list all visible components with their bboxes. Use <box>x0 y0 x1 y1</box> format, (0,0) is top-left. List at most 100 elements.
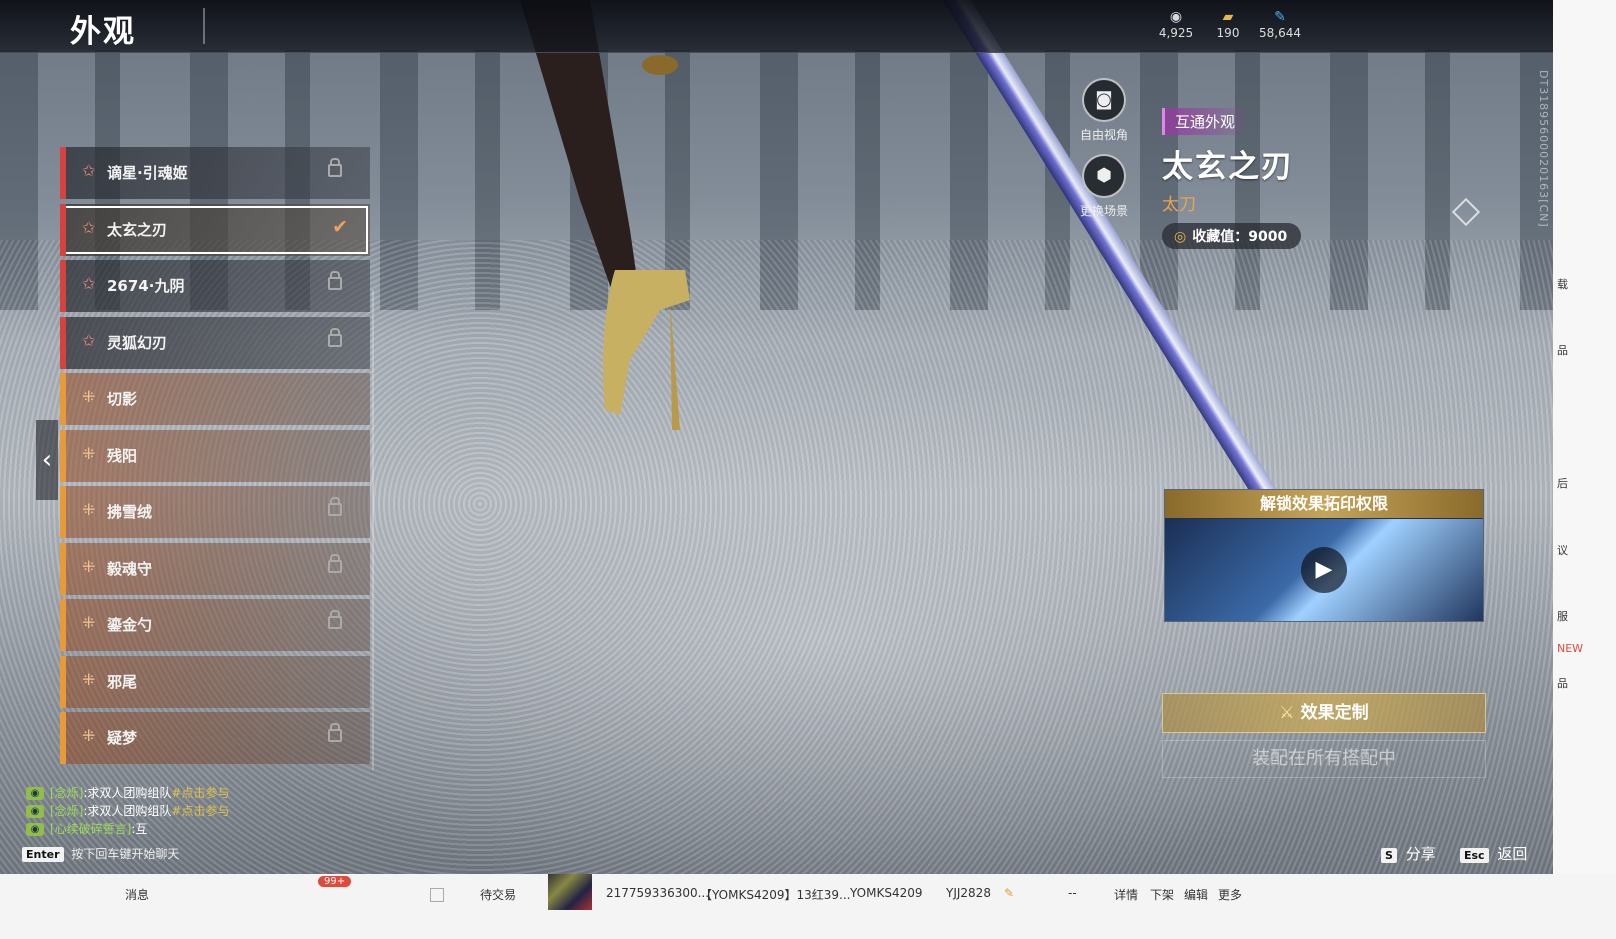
list-item[interactable]: ✩ 谪星·引魂姬 <box>60 147 370 199</box>
item-name: 残阳 <box>107 446 138 465</box>
customize-label: 效果定制 <box>1300 703 1369 723</box>
lock-icon <box>328 271 342 290</box>
action-more[interactable]: 更多 <box>1218 886 1242 903</box>
lock-icon <box>328 497 342 516</box>
list-item[interactable]: ⁜ 残阳 <box>60 429 370 482</box>
mask-icon: ◉ <box>1169 9 1183 25</box>
share-label: 分享 <box>1405 845 1436 863</box>
collect-value-badge: ◎ 收藏值：9000 <box>1162 223 1302 249</box>
rarity-bar <box>60 542 66 595</box>
rarity-bar <box>60 316 66 369</box>
gold-bar-icon: ▰ <box>1222 9 1234 25</box>
chat-text: :求双人团购组队 <box>83 786 172 800</box>
cube-icon: ⬢ <box>1082 154 1126 198</box>
back-button[interactable]: Esc 返回 <box>1460 843 1527 864</box>
share-button[interactable]: S 分享 <box>1381 843 1436 864</box>
enter-key: Enter <box>22 847 64 862</box>
item-name: 拂雪绒 <box>107 503 153 521</box>
list-item[interactable]: ⁜ 毅魂守 <box>60 542 370 595</box>
strip-text: 品 <box>1557 344 1568 357</box>
browser-right-strip: 载 品 后 议 服 NEW 品 <box>1553 0 1616 874</box>
list-item[interactable]: ✩ 2674·九阴 <box>60 260 370 312</box>
item-name: 毅魂守 <box>107 559 153 578</box>
dash-value: -- <box>1068 886 1077 900</box>
title-separator <box>203 8 205 44</box>
side-code: DT31895600020163[CN] <box>1537 70 1550 228</box>
rarity-bar <box>60 655 66 708</box>
chat-text: :互 <box>131 822 148 836</box>
item-name: 切影 <box>107 390 138 408</box>
sword-icon: ⚔ <box>1279 703 1295 723</box>
back-label: 返回 <box>1497 845 1528 863</box>
list-item-selected[interactable]: ✩ 太玄之刃 ✔ <box>60 203 370 256</box>
rarity-bar <box>60 486 66 538</box>
currency-value: 58,644 <box>1259 26 1301 40</box>
esc-key: Esc <box>1460 848 1489 863</box>
action-delist[interactable]: 下架 <box>1150 886 1174 903</box>
free-view-button[interactable]: ◙ 自由视角 <box>1064 78 1144 143</box>
item-name: 2674·九阴 <box>107 277 185 295</box>
star-icon: ✩ <box>82 161 96 180</box>
list-item[interactable]: ⁜ 切影 <box>60 373 370 425</box>
currency-feather: ✎ 58,644 <box>1250 10 1310 40</box>
item-type: 太刀 <box>1162 195 1196 215</box>
cross-star-icon: ⁜ <box>82 726 96 745</box>
chat-hint-text: 按下回车键开始聊天 <box>71 847 180 861</box>
list-item[interactable]: ⁜ 邪尾 <box>60 655 370 708</box>
strip-text: 品 <box>1557 677 1568 690</box>
share-key: S <box>1381 848 1397 863</box>
cross-star-icon: ⁜ <box>82 669 96 689</box>
star-icon: ✩ <box>82 330 96 350</box>
strip-text: 载 <box>1557 278 1568 291</box>
channel-icon: ◉ <box>26 822 44 836</box>
rarity-bar <box>60 260 66 312</box>
rarity-bar <box>60 373 66 425</box>
rarity-bar <box>60 599 66 651</box>
cross-star-icon: ⁜ <box>82 387 96 406</box>
chat-sender: [念烁] <box>50 786 84 800</box>
item-name: 太玄之刃 <box>107 220 168 239</box>
row-checkbox[interactable] <box>430 888 444 902</box>
chat-input-hint[interactable]: Enter 按下回车键开始聊天 <box>22 845 179 862</box>
change-scene-button[interactable]: ⬢ 更换场景 <box>1064 154 1144 219</box>
action-details[interactable]: 详情 <box>1114 886 1138 903</box>
change-scene-label: 更换场景 <box>1079 204 1128 218</box>
message-badge: 99+ <box>318 876 352 887</box>
collapse-panel-button[interactable]: ‹ <box>36 420 58 500</box>
rarity-bar <box>60 147 66 199</box>
chevron-left-icon: ‹ <box>41 445 53 475</box>
star-icon: ✩ <box>82 274 96 293</box>
unlock-preview[interactable]: 解锁效果拓印权限 ▶ <box>1164 489 1484 622</box>
game-scene: 外观 ◉ 4,925 ▰ 190 ✎ 58,644 ‹ ✩ 谪星·引魂姬 ✩ 太… <box>0 0 1600 900</box>
edit-icon[interactable]: ✎ <box>1004 886 1014 900</box>
list-item[interactable]: ⁜ 鎏金勺 <box>60 599 370 651</box>
crossplay-tag: 互通外观 <box>1162 108 1246 135</box>
equip-status: 装配在所有搭配中 <box>1162 740 1486 778</box>
cross-star-icon: ⁜ <box>82 613 96 632</box>
item-title: 太玄之刃 <box>1162 149 1294 185</box>
messages-link[interactable]: 消息 <box>125 886 149 903</box>
buyer-name: YJJ2828 <box>946 886 991 900</box>
play-icon[interactable]: ▶ <box>1301 547 1347 593</box>
currency-mask: ◉ 4,925 <box>1146 10 1206 40</box>
order-status: 待交易 <box>480 888 517 902</box>
chat-link[interactable]: #点击参与 <box>171 802 229 820</box>
appearance-list: ✩ 谪星·引魂姬 ✩ 太玄之刃 ✔ ✩ 2674·九阴 ✩ 灵狐幻刃 ⁜ 切影 <box>60 147 370 769</box>
action-edit[interactable]: 编辑 <box>1184 886 1208 903</box>
list-item[interactable]: ⁜ 拂雪绒 <box>60 486 370 538</box>
unlock-title: 解锁效果拓印权限 <box>1165 490 1483 518</box>
star-icon: ✩ <box>82 217 96 237</box>
currency-gold: ▰ 190 <box>1198 10 1258 40</box>
list-item[interactable]: ⁜ 疑梦 <box>60 712 370 764</box>
customize-effect-button[interactable]: ⚔ 效果定制 <box>1162 693 1486 733</box>
browser-table-row: 消息 99+ 待交易 217759336300... 【YOMKS4209】13… <box>0 874 1616 939</box>
channel-icon: ◉ <box>26 786 44 800</box>
rarity-bar <box>60 429 66 482</box>
product-title[interactable]: 【YOMKS4209】13红39... <box>700 886 850 903</box>
chat-link[interactable]: #点击参与 <box>171 784 229 802</box>
list-scrollbar[interactable] <box>372 290 374 770</box>
preview-video[interactable]: ▶ <box>1165 519 1483 621</box>
list-item[interactable]: ✩ 灵狐幻刃 <box>60 316 370 369</box>
chat-box[interactable]: ◉ [念烁] :求双人团购组队 #点击参与 ◉ [念烁] :求双人团购组队 #点… <box>26 784 229 838</box>
detail-panel: 互通外观 太玄之刃 太刀 ◎ 收藏值：9000 <box>1162 108 1484 249</box>
